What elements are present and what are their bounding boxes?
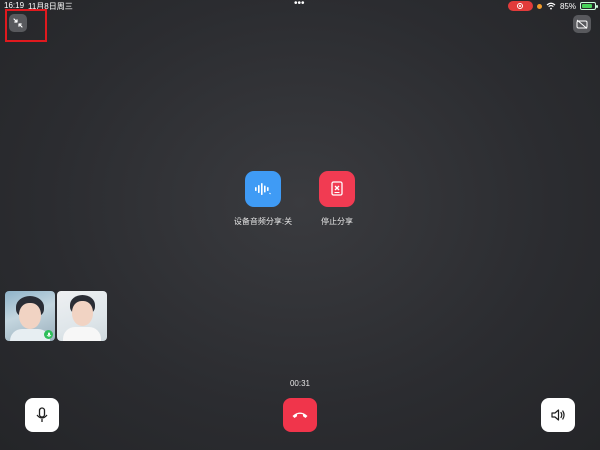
call-timer: 00:31: [289, 379, 311, 388]
speaker-button[interactable]: [541, 398, 575, 432]
stop-share-button[interactable]: [319, 171, 355, 207]
hang-up-icon: [292, 412, 308, 418]
stop-share-action: 停止分享: [297, 171, 377, 227]
mic-on-icon: [46, 332, 51, 337]
multitasking-dots[interactable]: •••: [294, 0, 305, 9]
audio-share-action: 设备音频分享:关: [223, 171, 303, 227]
battery-percent: 85%: [559, 1, 576, 11]
privacy-indicator-icon: [536, 3, 542, 9]
screen-record-icon[interactable]: [507, 1, 533, 11]
audio-wave-icon: [255, 183, 271, 195]
participant-mic-badge: [44, 330, 53, 339]
microphone-icon: [36, 407, 48, 422]
camera-toggle-button[interactable]: [573, 15, 591, 33]
microphone-button[interactable]: [25, 398, 59, 432]
participant-tile-2[interactable]: [57, 291, 107, 341]
minimize-arrows-icon: [13, 18, 23, 28]
status-bar: 16:19 11月8日周三 ••• 85%: [0, 0, 600, 12]
stop-share-icon: [331, 181, 343, 196]
wifi-icon: [546, 2, 556, 10]
participant-avatar: [19, 303, 41, 329]
camera-off-icon: [576, 19, 588, 29]
participant-avatar: [72, 301, 93, 326]
hang-up-button[interactable]: [283, 398, 317, 432]
participant-tile-1[interactable]: [5, 291, 55, 341]
stop-share-label: 停止分享: [321, 217, 353, 226]
status-time: 16:19: [4, 1, 25, 10]
minimize-button[interactable]: [9, 14, 27, 32]
speaker-icon: [551, 409, 565, 421]
audio-share-button[interactable]: [245, 171, 281, 207]
status-date: 11月8日周三: [28, 2, 73, 11]
audio-share-label: 设备音频分享:关: [233, 217, 293, 226]
status-indicators: 85%: [507, 1, 598, 11]
battery-icon: [580, 2, 598, 10]
